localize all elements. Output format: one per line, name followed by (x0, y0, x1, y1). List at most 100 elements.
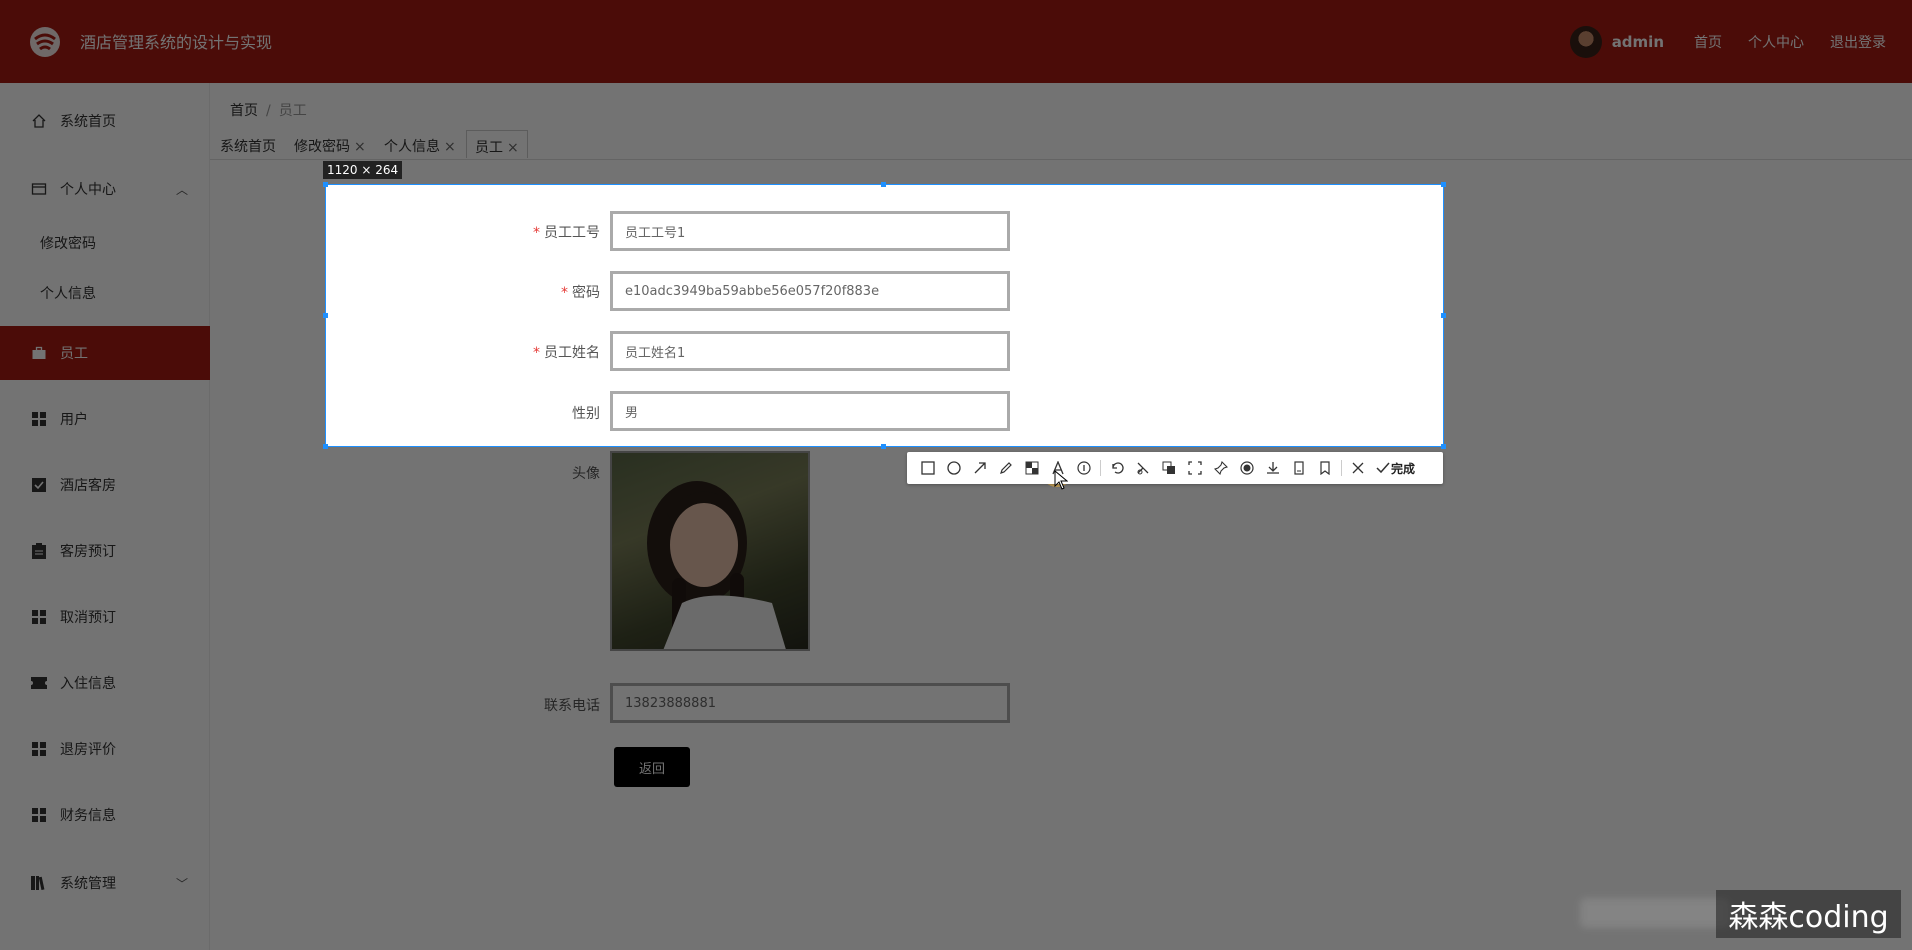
scroll-capture-icon[interactable] (1182, 455, 1208, 481)
undo-icon[interactable] (1104, 455, 1130, 481)
record-icon[interactable] (1234, 455, 1260, 481)
close-icon[interactable] (1345, 455, 1371, 481)
blurred-region (1580, 898, 1730, 928)
redo-icon[interactable] (1130, 455, 1156, 481)
watermark: 森森coding (1716, 890, 1901, 938)
id-card-icon (30, 180, 48, 198)
grid-icon (30, 410, 48, 428)
label-phone: 联系电话 (544, 698, 600, 714)
mouse-cursor-icon (1054, 470, 1068, 490)
sidebar-item-label: 用户 (60, 412, 88, 428)
done-button[interactable]: 完成 (1375, 460, 1415, 477)
avatar-photo (610, 451, 810, 651)
user-avatar[interactable] (1569, 25, 1602, 58)
sidebar-item-label: 客房预订 (60, 544, 116, 560)
sidebar-item-booking[interactable]: 客房预订 (0, 524, 210, 578)
overlay-dim-right (1444, 184, 1912, 447)
sidebar-item-system[interactable]: 系统管理 ﹀ (0, 856, 210, 910)
staff-id-field[interactable]: 员工工号1 (610, 211, 1010, 251)
bookmark-icon[interactable] (1312, 455, 1338, 481)
sidebar-item-cancel-booking[interactable]: 取消预订 (0, 590, 210, 644)
label-gender: 性别 (572, 406, 600, 422)
sidebar-item-label: 系统首页 (60, 114, 116, 130)
sidebar-sub-personal-info[interactable]: 个人信息 (40, 283, 96, 303)
resize-handle[interactable] (881, 444, 886, 449)
breadcrumb: 首页 / 员工 (230, 103, 307, 119)
chevron-up-icon: ︿ (175, 182, 188, 197)
sidebar-item-checkout-review[interactable]: 退房评价 (0, 722, 210, 776)
breadcrumb-home[interactable]: 首页 (230, 103, 258, 119)
ticket-icon (30, 674, 48, 692)
sidebar-item-checkin[interactable]: 入住信息 (0, 656, 210, 710)
chevron-down-icon: ﹀ (175, 876, 188, 891)
sidebar-item-staff[interactable]: 员工 (0, 326, 210, 380)
password-field[interactable]: e10adc3949ba59abbe56e057f20f883e (610, 271, 1010, 311)
pin-icon[interactable] (1208, 455, 1234, 481)
ellipse-icon[interactable] (941, 455, 967, 481)
sidebar-item-rooms[interactable]: 酒店客房 (0, 458, 210, 512)
sidebar-item-finance[interactable]: 财务信息 (0, 788, 210, 842)
header-link-logout[interactable]: 退出登录 (1830, 32, 1886, 52)
sidebar-item-label: 员工 (60, 346, 88, 362)
rectangle-icon[interactable] (915, 455, 941, 481)
sidebar-item-home[interactable]: 系统首页 (0, 94, 210, 148)
gender-field[interactable]: 男 (610, 391, 1010, 431)
username: admin (1611, 32, 1664, 51)
arrow-icon[interactable] (967, 455, 993, 481)
long-screenshot-icon[interactable] (1286, 455, 1312, 481)
home-icon (30, 112, 48, 130)
checkbox-icon (30, 476, 48, 494)
back-button[interactable]: 返回 (614, 747, 690, 787)
header-link-home[interactable]: 首页 (1694, 32, 1722, 52)
tab-staff[interactable]: 员工 × (466, 130, 528, 158)
header-right: admin 首页 个人中心 退出登录 (1569, 0, 1912, 83)
grid-icon (30, 740, 48, 758)
sidebar-item-personal-center[interactable]: 个人中心 ︿ (0, 162, 210, 216)
resize-handle[interactable] (1441, 444, 1446, 449)
tab-personal-info[interactable]: 个人信息 × (376, 130, 464, 158)
header-link-profile[interactable]: 个人中心 (1748, 32, 1804, 52)
close-icon[interactable]: × (444, 139, 456, 155)
resize-handle[interactable] (323, 444, 328, 449)
download-icon[interactable] (1260, 455, 1286, 481)
mosaic-icon[interactable] (1019, 455, 1045, 481)
grid-icon (30, 608, 48, 626)
tab-home[interactable]: 系统首页 (212, 130, 284, 158)
app-title: 酒店管理系统的设计与实现 (80, 33, 273, 52)
sidebar-item-label: 个人中心 (60, 182, 116, 198)
toolbar-divider (1100, 460, 1101, 476)
serial-number-icon[interactable] (1071, 455, 1097, 481)
resize-handle[interactable] (323, 313, 328, 318)
sidebar-item-label: 取消预订 (60, 610, 116, 626)
resize-handle[interactable] (881, 182, 886, 187)
tab-change-password[interactable]: 修改密码 × (286, 130, 374, 158)
selection-size-label: 1120 × 264 (323, 161, 403, 179)
resize-handle[interactable] (323, 182, 328, 187)
resize-handle[interactable] (1441, 313, 1446, 318)
briefcase-icon (30, 344, 48, 362)
sidebar-item-label: 入住信息 (60, 676, 116, 692)
logo-icon (30, 27, 60, 57)
sidebar-item-label: 退房评价 (60, 742, 116, 758)
toolbar-divider (1341, 460, 1342, 476)
label-staff-id: * 员工工号 (533, 225, 600, 241)
sidebar-item-label: 酒店客房 (60, 478, 116, 494)
grid-icon (30, 806, 48, 824)
resize-handle[interactable] (1441, 182, 1446, 187)
close-icon[interactable]: × (507, 140, 519, 156)
sidebar-item-label: 系统管理 (60, 876, 116, 892)
books-icon (30, 874, 48, 892)
check-icon (1376, 462, 1390, 474)
breadcrumb-current: 员工 (278, 103, 307, 119)
staff-name-field[interactable]: 员工姓名1 (610, 331, 1010, 371)
close-icon[interactable]: × (354, 139, 366, 155)
translate-icon[interactable] (1156, 455, 1182, 481)
label-staff-name: * 员工姓名 (533, 345, 600, 361)
label-password: * 密码 (561, 285, 600, 301)
sidebar-item-users[interactable]: 用户 (0, 392, 210, 446)
phone-field[interactable]: 13823888881 (610, 683, 1010, 723)
done-label: 完成 (1391, 461, 1416, 476)
sidebar-sub-change-password[interactable]: 修改密码 (40, 233, 96, 253)
pencil-icon[interactable] (993, 455, 1019, 481)
label-avatar: 头像 (572, 466, 600, 482)
